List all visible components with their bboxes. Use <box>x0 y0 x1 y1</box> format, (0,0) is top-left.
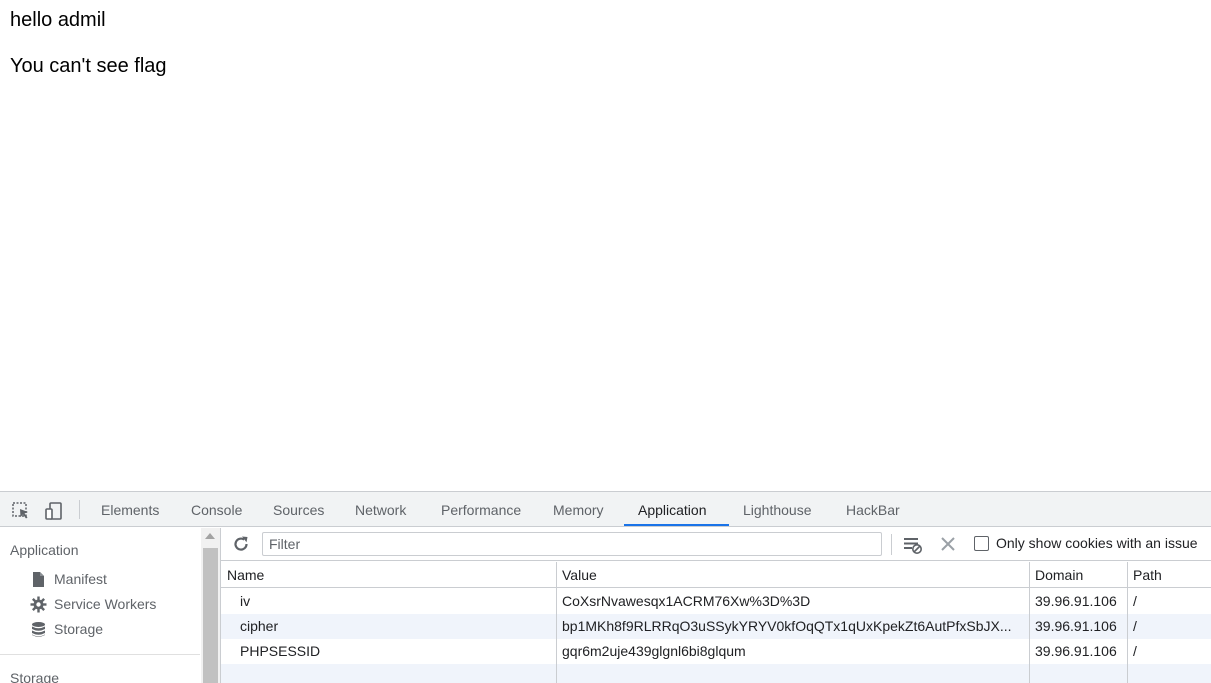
table-row[interactable]: cipher bp1MKh8f9RLRRqO3uSSykYRYV0kfOqQTx… <box>221 614 1211 639</box>
tab-network[interactable]: Network <box>355 492 406 527</box>
cookie-name: cipher <box>240 618 279 634</box>
table-header: Name Value Domain Path <box>221 562 1211 588</box>
sidebar-scrollbar[interactable] <box>201 528 220 683</box>
cookie-path: / <box>1133 618 1137 634</box>
only-issue-label: Only show cookies with an issue <box>996 535 1198 551</box>
only-issue-checkbox[interactable] <box>974 536 989 551</box>
flag-message-text: You can't see flag <box>10 55 167 77</box>
sidebar-item-label: Manifest <box>54 571 107 587</box>
gear-icon <box>30 596 47 613</box>
tab-sources[interactable]: Sources <box>273 492 324 527</box>
tab-console[interactable]: Console <box>191 492 242 527</box>
cookies-toolbar: Only show cookies with an issue <box>221 528 1211 561</box>
cookies-pane: Only show cookies with an issue Name Val… <box>221 528 1211 683</box>
device-toolbar-icon[interactable] <box>44 501 64 521</box>
cookie-value: gqr6m2uje439glgnl6bi8glqum <box>562 643 746 659</box>
database-icon <box>30 621 47 638</box>
sidebar-section-storage: Storage <box>10 670 60 683</box>
document-icon <box>30 571 47 588</box>
scrollbar-thumb[interactable] <box>203 548 218 683</box>
column-header-domain[interactable]: Domain <box>1029 562 1083 588</box>
scroll-up-arrow-icon[interactable] <box>205 533 215 539</box>
table-row-empty <box>221 664 1211 683</box>
application-sidebar: Application Manifest Service Workers Sto… <box>0 528 221 683</box>
cookie-path: / <box>1133 643 1137 659</box>
sidebar-divider <box>0 654 200 655</box>
column-divider[interactable] <box>1029 562 1030 683</box>
cookie-name: PHPSESSID <box>240 643 321 659</box>
tab-lighthouse[interactable]: Lighthouse <box>743 492 812 527</box>
sidebar-section-application: Application <box>10 542 79 558</box>
table-row[interactable]: PHPSESSID gqr6m2uje439glgnl6bi8glqum 39.… <box>221 639 1211 664</box>
refresh-icon[interactable] <box>232 535 250 553</box>
filter-input[interactable] <box>262 532 882 556</box>
sidebar-item-label: Storage <box>54 621 104 637</box>
column-header-path[interactable]: Path <box>1127 562 1162 588</box>
cookie-path: / <box>1133 593 1137 609</box>
tab-elements[interactable]: Elements <box>101 492 159 527</box>
tab-application[interactable]: Application <box>638 492 707 527</box>
cookie-domain: 39.96.91.106 <box>1035 593 1117 609</box>
tab-performance[interactable]: Performance <box>441 492 521 527</box>
column-header-value[interactable]: Value <box>556 562 597 588</box>
delete-selected-icon[interactable] <box>939 535 957 553</box>
devtools-tab-bar: Elements Console Sources Network Perform… <box>0 492 1211 527</box>
page-content: hello admil You can't see flag <box>0 0 1211 491</box>
column-divider[interactable] <box>1127 562 1128 683</box>
column-divider[interactable] <box>556 562 557 683</box>
tab-memory[interactable]: Memory <box>553 492 604 527</box>
inspect-element-icon[interactable] <box>11 501 31 521</box>
toolbar-separator <box>891 534 892 555</box>
sidebar-item-label: Service Workers <box>54 596 157 612</box>
cookie-name: iv <box>240 593 251 609</box>
cookie-domain: 39.96.91.106 <box>1035 618 1117 634</box>
tab-separator <box>79 500 80 519</box>
active-tab-indicator <box>624 524 729 526</box>
devtools-panel: Elements Console Sources Network Perform… <box>0 491 1211 683</box>
clear-filtered-cookies-icon[interactable] <box>902 534 923 555</box>
greeting-text: hello admil <box>10 9 106 31</box>
cookie-domain: 39.96.91.106 <box>1035 643 1117 659</box>
tab-hackbar[interactable]: HackBar <box>846 492 900 527</box>
table-row[interactable]: iv CoXsrNvawesqx1ACRM76Xw%3D%3D 39.96.91… <box>221 589 1211 614</box>
column-header-name[interactable]: Name <box>221 562 264 588</box>
cookie-value: CoXsrNvawesqx1ACRM76Xw%3D%3D <box>562 593 811 609</box>
cookies-table: Name Value Domain Path iv CoXsrNvawesqx1… <box>221 562 1211 683</box>
cookie-value: bp1MKh8f9RLRRqO3uSSykYRYV0kfOqQTx1qUxKpe… <box>562 618 1012 634</box>
